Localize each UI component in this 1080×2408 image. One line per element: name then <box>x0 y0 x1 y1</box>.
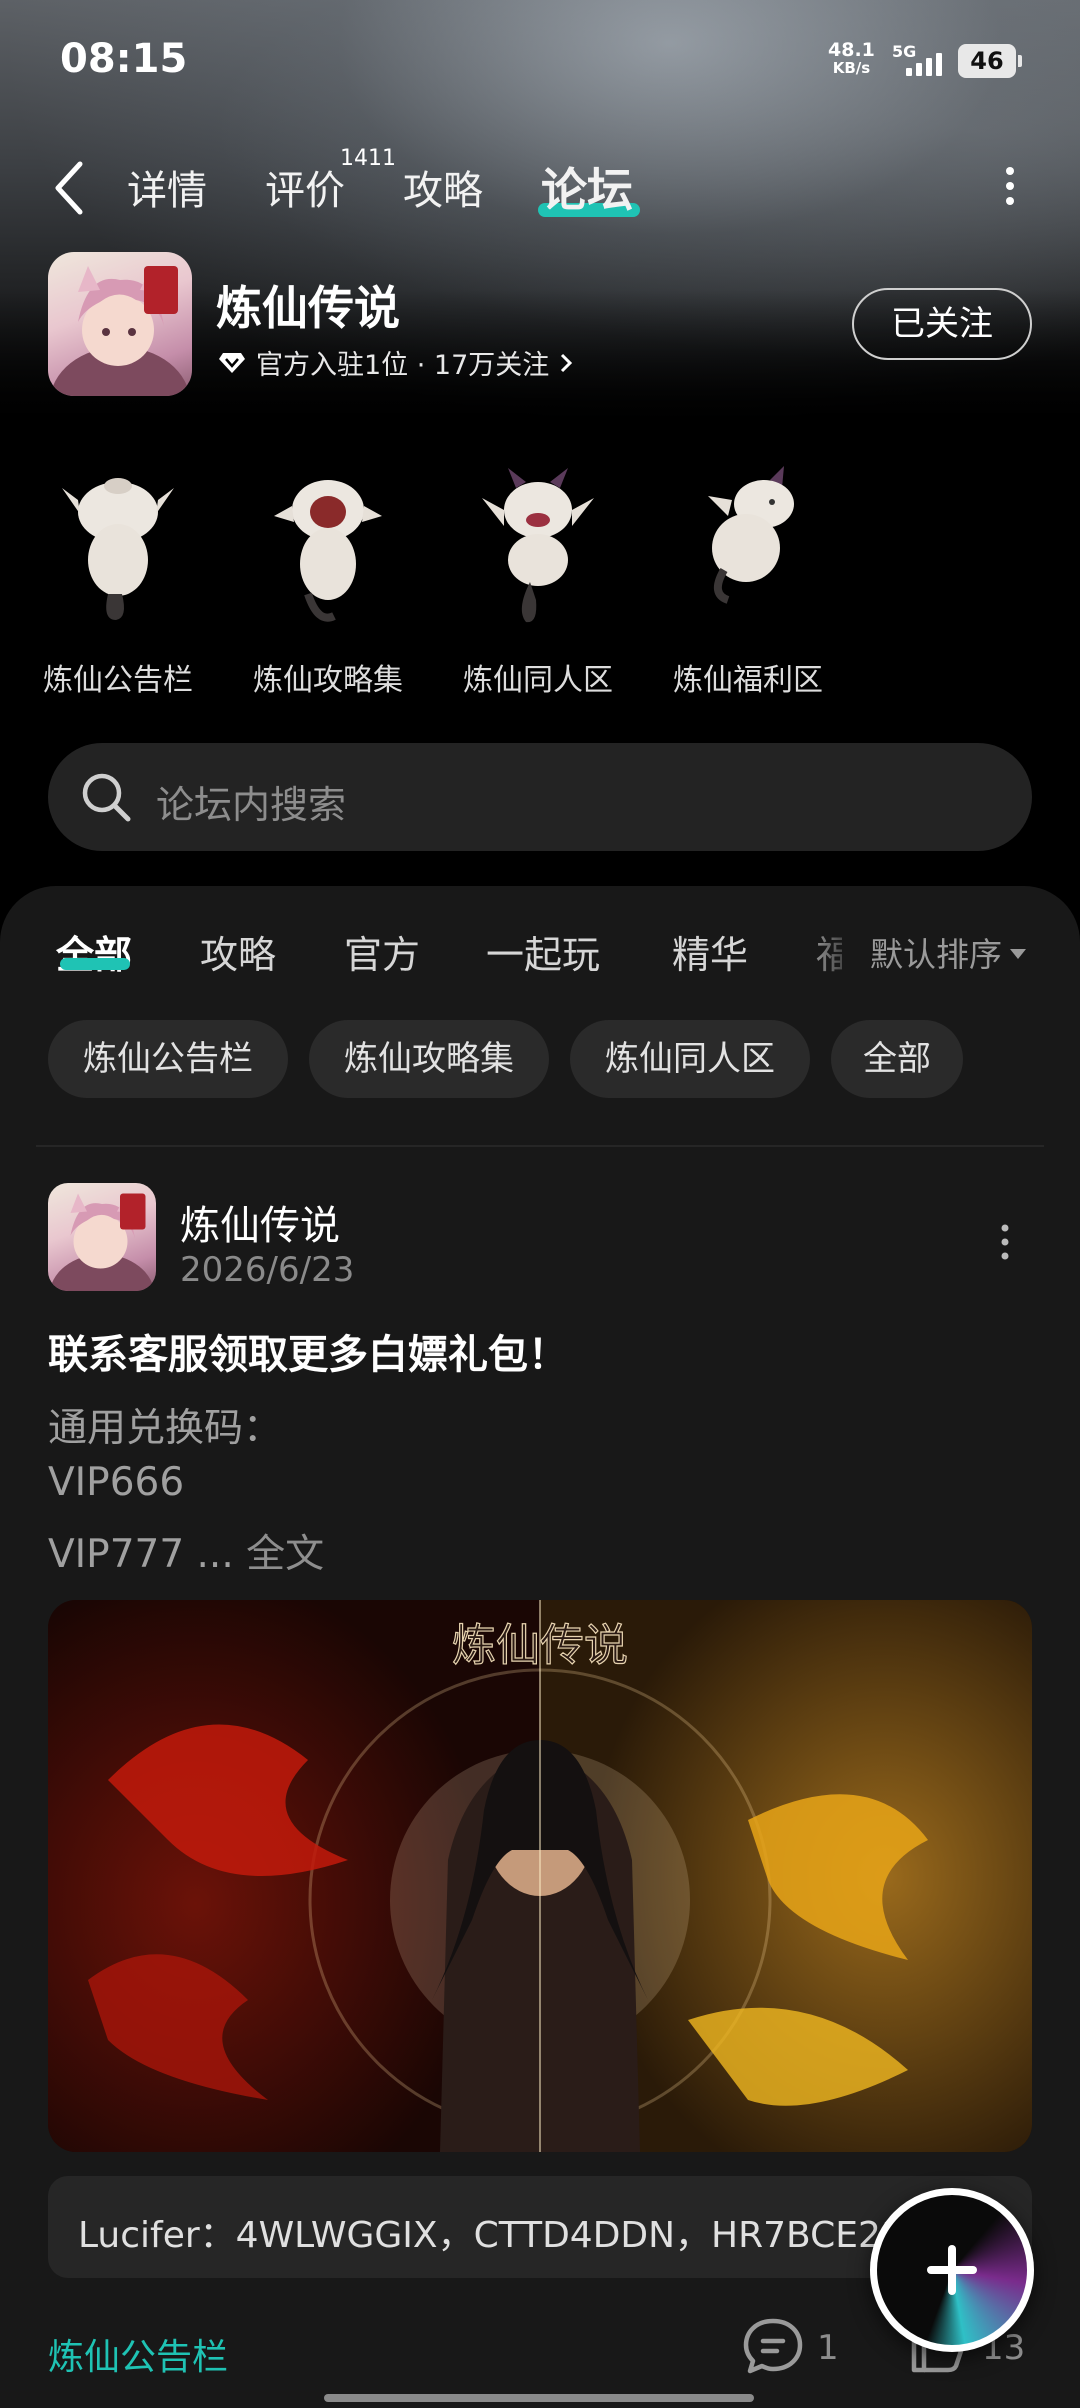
status-bar: 08:15 48.1 KB/s 5G 46 <box>0 0 1080 120</box>
search-placeholder: 论坛内搜索 <box>156 783 347 827</box>
caret-down-icon <box>1010 949 1026 959</box>
game-icon-art <box>50 266 190 396</box>
filter-chip-guides[interactable]: 炼仙攻略集 <box>309 1020 549 1098</box>
category-tabs-fade <box>790 900 860 990</box>
more-vertical-icon[interactable] <box>995 1222 1015 1262</box>
section-announcements[interactable]: 炼仙公告栏 <box>28 460 208 698</box>
category-tab-play-together[interactable]: 一起玩 <box>486 924 600 979</box>
section-welfare[interactable]: 炼仙福利区 <box>658 460 838 698</box>
avatar-art <box>49 1193 155 1291</box>
category-tab-featured[interactable]: 精华 <box>672 924 748 979</box>
signal-icon <box>906 50 942 76</box>
mascot-icon <box>708 466 794 604</box>
section-label: 炼仙攻略集 <box>253 663 403 698</box>
section-guides[interactable]: 炼仙攻略集 <box>238 460 418 698</box>
full-text-link[interactable]: 全文 <box>246 1532 324 1577</box>
chevron-right-icon <box>561 353 573 372</box>
mascot-icon <box>482 468 594 623</box>
game-meta[interactable]: 官方入驻1位 · 17万关注 <box>218 343 573 382</box>
post-body-text: VIP777 ... <box>48 1532 247 1577</box>
post-image-art: 炼仙传说 <box>48 1600 1032 2152</box>
filter-chip-fanart[interactable]: 炼仙同人区 <box>570 1020 810 1098</box>
post-body-line-last: VIP777 ... 全文 <box>48 1523 324 1579</box>
post-forum-tag[interactable]: 炼仙公告栏 <box>48 2328 228 2380</box>
section-label: 炼仙公告栏 <box>43 663 193 698</box>
filter-chip-announcements[interactable]: 炼仙公告栏 <box>48 1020 288 1098</box>
section-label: 炼仙同人区 <box>463 663 613 698</box>
sort-dropdown[interactable]: 默认排序 <box>870 928 1026 976</box>
post-title[interactable]: 联系客服领取更多白嫖礼包！ <box>48 1322 568 1380</box>
search-icon <box>82 773 131 822</box>
game-title: 炼仙传说 <box>216 281 400 335</box>
mascot-icon <box>274 480 382 622</box>
post-author[interactable]: 炼仙传说 <box>180 1193 340 1251</box>
divider <box>36 1145 1044 1147</box>
network-speed: 48.1 KB/s <box>828 40 875 76</box>
network-speed-unit: KB/s <box>832 59 871 77</box>
tab-details[interactable]: 详情 <box>127 158 207 216</box>
category-tab-all[interactable]: 全部 <box>56 924 132 979</box>
network-speed-value: 48.1 <box>828 39 875 61</box>
post-body-line: 通用兑换码： <box>48 1406 283 1451</box>
category-active-indicator <box>60 958 130 970</box>
more-vertical-icon[interactable] <box>1000 165 1020 207</box>
comment-count: 1 <box>817 2328 839 2368</box>
section-fanart[interactable]: 炼仙同人区 <box>448 460 628 698</box>
sort-label: 默认排序 <box>870 935 1002 974</box>
diamond-icon <box>219 352 245 373</box>
section-label: 炼仙福利区 <box>673 663 823 698</box>
post-date: 2026/6/23 <box>180 1250 355 1290</box>
game-meta-text: 官方入驻1位 · 17万关注 <box>256 350 550 381</box>
review-count-badge: 1411 <box>340 146 396 171</box>
post-image[interactable]: 炼仙传说 <box>48 1600 1032 2152</box>
avatar[interactable] <box>48 1183 156 1291</box>
post-body-line: VIP666 <box>48 1460 185 1505</box>
tab-forum[interactable]: 论坛 <box>541 154 633 220</box>
game-icon[interactable] <box>48 252 192 396</box>
category-tab-official[interactable]: 官方 <box>344 924 420 979</box>
follow-button[interactable]: 已关注 <box>852 288 1032 360</box>
status-time: 08:15 <box>60 36 188 82</box>
back-arrow-icon[interactable] <box>50 158 90 218</box>
new-post-button[interactable] <box>870 2188 1034 2352</box>
tab-guides[interactable]: 攻略 <box>403 158 483 216</box>
filter-chip-all[interactable]: 全部 <box>831 1020 963 1098</box>
battery-icon: 46 <box>958 44 1022 78</box>
forum-search-input[interactable]: 论坛内搜索 <box>48 743 1032 851</box>
tab-reviews[interactable]: 评价 <box>265 158 345 216</box>
battery-level: 46 <box>970 47 1004 75</box>
plus-icon-vertical <box>948 2245 956 2295</box>
comment-icon[interactable] <box>742 2317 804 2375</box>
post-image-logo: 炼仙传说 <box>452 1620 628 1671</box>
code-snippet-text: Lucifer：4WLWGGIX，CTTD4DDN，HR7BCE21 <box>78 2215 904 2256</box>
home-indicator[interactable] <box>324 2394 754 2402</box>
mascot-icon <box>62 478 174 620</box>
category-tab-guides[interactable]: 攻略 <box>200 924 276 979</box>
